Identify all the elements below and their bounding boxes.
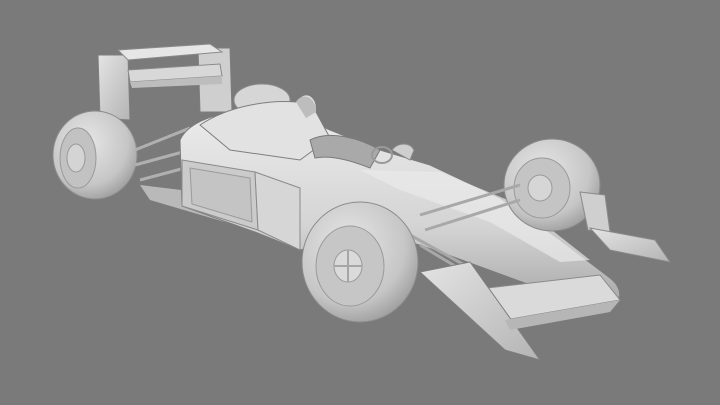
rear-wing xyxy=(97,43,233,121)
rear-left-tyre xyxy=(52,110,138,200)
front-left-tyre xyxy=(301,201,419,323)
render-viewport xyxy=(0,0,720,405)
f1-car-render xyxy=(52,43,672,361)
